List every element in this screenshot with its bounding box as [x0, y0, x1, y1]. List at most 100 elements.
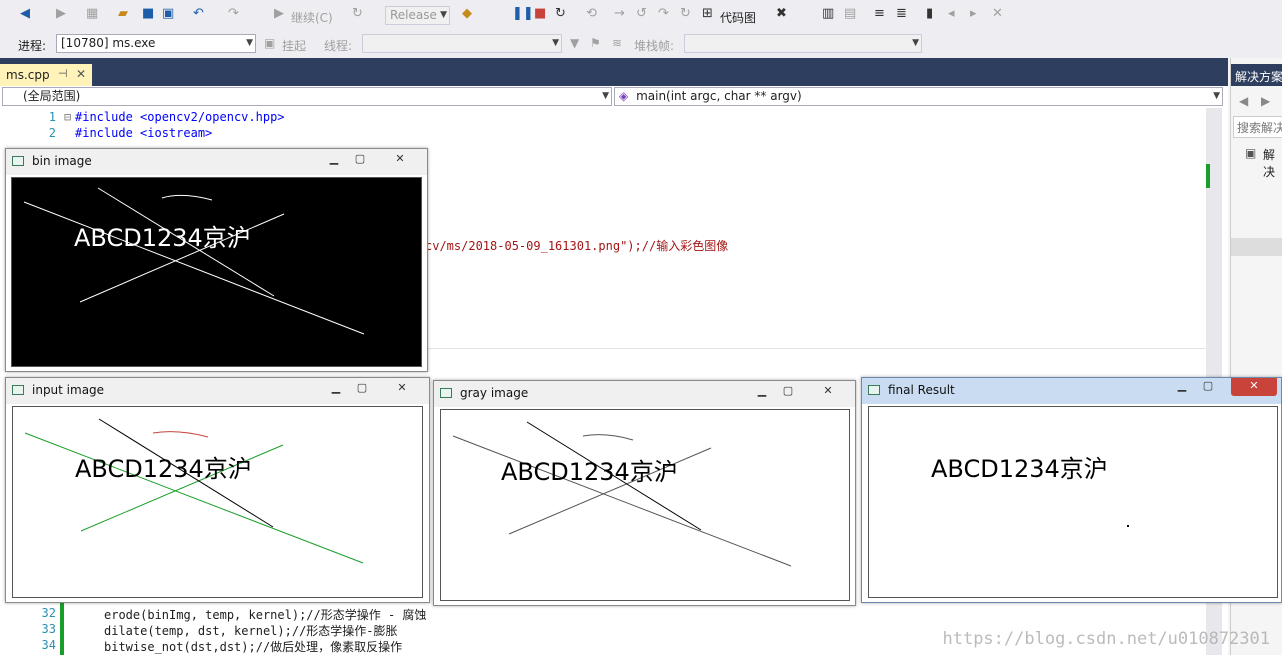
maximize-icon[interactable]: ▢: [1195, 378, 1221, 394]
scope-dropdown[interactable]: (全局范围) ▼: [2, 87, 612, 106]
stackframe-label: 堆栈帧:: [634, 39, 675, 53]
minimize-icon[interactable]: ▁: [323, 380, 349, 396]
gray-image-window[interactable]: gray image ▁ ▢ ✕ ABCD1234京沪: [433, 380, 856, 606]
scope-value: (全局范围): [23, 89, 81, 103]
forward-icon[interactable]: ▶: [1261, 94, 1270, 108]
pin-icon[interactable]: ⊣: [58, 67, 68, 80]
minimize-icon[interactable]: ▁: [321, 151, 347, 167]
bookmark-prev-icon[interactable]: ◂: [948, 6, 955, 21]
solution-icon: ▣: [1245, 146, 1257, 160]
solution-search-input[interactable]: 搜索解决: [1233, 116, 1282, 138]
maximize-icon[interactable]: ▢: [349, 380, 375, 396]
bookmark-clear-icon[interactable]: ✕: [992, 6, 1003, 21]
window-icon: [12, 385, 24, 395]
title-bar[interactable]: final Result ▁ ▢ ✕: [862, 378, 1281, 404]
find-icon[interactable]: ◆: [462, 6, 472, 21]
stop-icon[interactable]: ■: [534, 6, 546, 21]
input-image-window[interactable]: input image ▁ ▢ ✕ ABCD1234京沪: [5, 377, 430, 603]
indent-icon[interactable]: ≡: [874, 6, 885, 21]
uncomment-icon[interactable]: ▤: [844, 6, 856, 21]
function-icon: ◈: [619, 89, 629, 103]
redo-icon[interactable]: ↷: [228, 6, 239, 21]
undo-icon[interactable]: ↶: [193, 6, 204, 21]
bookmark-next-icon[interactable]: ▸: [970, 6, 977, 21]
refresh-icon[interactable]: ↻: [352, 6, 363, 21]
forward-icon[interactable]: ▶: [56, 6, 66, 21]
stack-icon[interactable]: ≋: [612, 36, 622, 50]
process-value: [10780] ms.exe: [61, 36, 156, 50]
title-bar[interactable]: bin image ▁ ▢ ✕: [6, 149, 427, 175]
stackframe-dropdown[interactable]: ▼: [684, 34, 922, 53]
document-tab-strip: [0, 58, 1228, 86]
window-title: bin image: [32, 154, 92, 168]
noise-dot: [1127, 525, 1129, 527]
close-icon[interactable]: ✕: [389, 380, 415, 396]
final-result-window[interactable]: final Result ▁ ▢ ✕ ABCD1234京沪: [861, 377, 1282, 603]
new-project-icon[interactable]: ▦: [86, 6, 98, 21]
watermark: https://blog.csdn.net/u010872301: [942, 629, 1270, 649]
close-icon[interactable]: ✕: [815, 383, 841, 399]
chevron-down-icon: ▼: [912, 38, 919, 48]
restart-icon[interactable]: ↻: [555, 6, 566, 21]
plate-text: ABCD1234京沪: [75, 455, 252, 483]
title-bar[interactable]: gray image ▁ ▢ ✕: [434, 381, 855, 407]
bookmark-icon[interactable]: ▮: [926, 6, 933, 21]
step-over-icon[interactable]: ↺: [636, 6, 647, 21]
code-line: erode(binImg, temp, kernel);//形态学操作 - 腐蚀: [104, 608, 427, 622]
change-marker: [1206, 164, 1210, 188]
suspend-button[interactable]: 挂起: [282, 37, 306, 54]
hot-reload-icon[interactable]: ⟲: [586, 6, 597, 21]
pause-icon[interactable]: ❚❚: [512, 6, 534, 21]
title-bar[interactable]: input image ▁ ▢ ✕: [6, 378, 429, 404]
refresh-icon[interactable]: ↻: [680, 6, 691, 21]
flag-icon[interactable]: ⚑: [590, 36, 601, 50]
step-out-icon[interactable]: ↷: [658, 6, 669, 21]
final-result-canvas: ABCD1234京沪: [868, 406, 1278, 598]
line-number: 2: [48, 126, 56, 140]
search-placeholder: 搜索解决: [1237, 121, 1282, 135]
save-all-icon[interactable]: ▣: [162, 6, 174, 21]
collapse-icon[interactable]: ⊟: [64, 110, 71, 124]
thread-dropdown[interactable]: ▼: [362, 34, 562, 53]
continue-icon[interactable]: ▶: [274, 6, 284, 21]
thread-label: 线程:: [324, 39, 353, 53]
bin-image-window[interactable]: bin image ▁ ▢ ✕ ABCD1234京沪: [5, 148, 428, 372]
minimize-icon[interactable]: ▁: [1169, 378, 1195, 394]
function-value: main(int argc, char ** argv): [636, 89, 802, 103]
open-file-icon[interactable]: ▰: [118, 6, 128, 21]
line-number: 32: [41, 606, 56, 620]
bin-image-canvas: ABCD1234京沪: [11, 177, 422, 367]
process-dropdown[interactable]: [10780] ms.exe ▼: [56, 34, 256, 53]
config-dropdown[interactable]: Release ▼: [385, 6, 450, 25]
solution-node[interactable]: 解决: [1263, 146, 1282, 180]
back-icon[interactable]: ◀: [1239, 94, 1248, 108]
gray-image-canvas: ABCD1234京沪: [440, 409, 850, 601]
codemap-button[interactable]: 代码图: [720, 9, 756, 26]
plate-text: ABCD1234京沪: [74, 224, 251, 252]
function-dropdown[interactable]: ◈ main(int argc, char ** argv) ▼: [614, 87, 1223, 106]
maximize-icon[interactable]: ▢: [775, 383, 801, 399]
save-icon[interactable]: ■: [142, 6, 154, 21]
line-number: 1: [48, 110, 56, 124]
selected-tree-row[interactable]: [1231, 238, 1282, 256]
line-number: 33: [41, 622, 56, 636]
close-icon[interactable]: ✕: [387, 151, 413, 167]
input-image-graphic: [24, 418, 364, 564]
outdent-icon[interactable]: ≣: [896, 6, 907, 21]
maximize-icon[interactable]: ▢: [347, 151, 373, 167]
process-label: 进程:: [18, 39, 47, 53]
tools-icon[interactable]: ✖: [776, 6, 787, 21]
close-icon[interactable]: ✕: [1231, 378, 1277, 396]
tab-ms-cpp[interactable]: ms.cpp ⊣ ✕: [0, 64, 92, 86]
minimize-icon[interactable]: ▁: [749, 383, 775, 399]
back-icon[interactable]: ◀: [20, 6, 30, 21]
codemap-icon[interactable]: ⊞: [702, 6, 713, 21]
step-into-icon[interactable]: →: [614, 6, 625, 21]
comment-icon[interactable]: ▥: [822, 6, 834, 21]
continue-button[interactable]: 继续(C): [291, 9, 333, 26]
line-number: 34: [41, 638, 56, 652]
suspend-icon[interactable]: ▣: [264, 36, 275, 50]
filter-icon[interactable]: ▼: [570, 36, 579, 50]
close-icon[interactable]: ✕: [76, 67, 86, 81]
solution-title: 解决方案: [1235, 70, 1282, 84]
